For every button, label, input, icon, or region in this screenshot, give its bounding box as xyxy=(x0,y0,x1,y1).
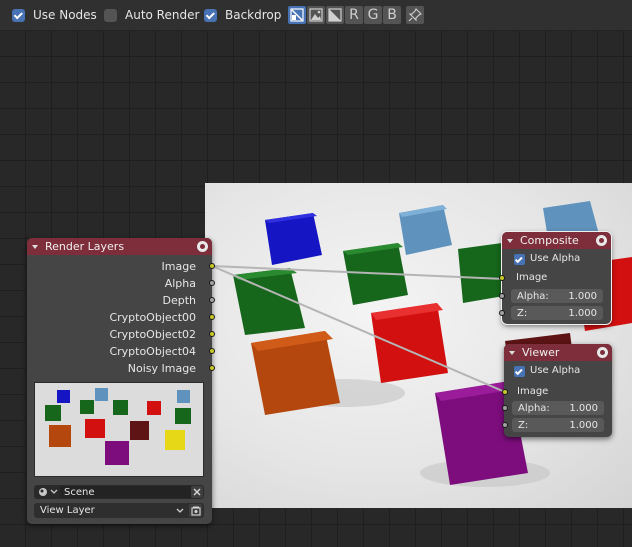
composite-input-socket-alpha[interactable] xyxy=(499,293,505,299)
render-icon[interactable] xyxy=(597,347,608,358)
render-layers-header[interactable]: Render Layers xyxy=(27,238,212,255)
output-label: Noisy Image xyxy=(127,361,196,375)
composite-z-field[interactable]: Z: 1.000 xyxy=(511,306,603,320)
scene-icon[interactable] xyxy=(37,486,59,498)
output-label: CryptoObject04 xyxy=(109,344,196,358)
use-nodes-label: Use Nodes xyxy=(33,8,97,22)
field-label: Z: xyxy=(517,307,528,319)
output-socket-cryptoobject02[interactable] xyxy=(209,331,215,337)
auto-render-label: Auto Render xyxy=(125,8,200,22)
scene-name-field[interactable]: Scene xyxy=(60,486,192,498)
use-nodes-checkbox[interactable] xyxy=(12,8,25,22)
viewer-input-socket-image[interactable] xyxy=(502,389,508,395)
viewer-z-field[interactable]: Z: 1.000 xyxy=(512,418,604,432)
backdrop-checkbox[interactable] xyxy=(204,8,217,22)
viewer-use-alpha-label: Use Alpha xyxy=(530,365,581,376)
field-value: 1.000 xyxy=(569,419,598,431)
field-label: Alpha: xyxy=(517,290,549,302)
output-cryptoobject02: CryptoObject02 xyxy=(109,327,196,341)
color-alpha-icon xyxy=(290,8,304,22)
node-title: Render Layers xyxy=(45,240,125,253)
image-icon xyxy=(309,8,323,22)
color-channel-button[interactable] xyxy=(307,6,325,24)
output-cryptoobject04: CryptoObject04 xyxy=(109,344,196,358)
output-socket-alpha[interactable] xyxy=(209,280,215,286)
composite-input-socket-image[interactable] xyxy=(499,275,505,281)
backdrop-label: Backdrop xyxy=(225,8,282,22)
field-label: Alpha: xyxy=(518,402,550,414)
composite-use-alpha-label: Use Alpha xyxy=(530,253,581,264)
viewer-use-alpha-checkbox[interactable] xyxy=(514,366,525,377)
render-icon[interactable] xyxy=(197,241,208,252)
composite-header[interactable]: Composite xyxy=(502,232,611,249)
output-depth: Depth xyxy=(162,293,196,307)
output-socket-cryptoobject00[interactable] xyxy=(209,314,215,320)
render-layers-node[interactable]: Render Layers Image Alpha Depth CryptoOb… xyxy=(27,238,215,524)
alpha-channel-button[interactable] xyxy=(326,6,344,24)
pin-icon xyxy=(408,8,422,22)
output-label: Image xyxy=(161,259,196,273)
node-editor-header: Use Nodes Auto Render Backdrop R G B xyxy=(0,0,632,31)
output-socket-depth[interactable] xyxy=(209,297,215,303)
auto-render-checkbox[interactable] xyxy=(104,8,117,22)
viewer-header[interactable]: Viewer xyxy=(504,344,612,361)
close-icon xyxy=(193,488,201,496)
output-label: Depth xyxy=(162,293,196,307)
output-noisy-image: Noisy Image xyxy=(128,361,196,375)
viewer-input-image-label: Image xyxy=(517,386,549,397)
render-still-icon xyxy=(190,506,201,516)
unlink-scene-button[interactable] xyxy=(191,486,203,498)
preview-picture xyxy=(35,383,203,476)
composite-alpha-field[interactable]: Alpha: 1.000 xyxy=(511,289,603,303)
output-socket-image[interactable] xyxy=(209,263,215,269)
output-label: CryptoObject00 xyxy=(109,310,196,324)
output-label: CryptoObject02 xyxy=(109,327,196,341)
render-layer-button[interactable] xyxy=(189,504,202,517)
composite-input-socket-z[interactable] xyxy=(499,310,505,316)
field-value: 1.000 xyxy=(569,402,598,414)
auto-render-toggle[interactable]: Auto Render xyxy=(104,7,199,23)
viewer-input-socket-alpha[interactable] xyxy=(502,405,508,411)
collapse-arrow-icon[interactable] xyxy=(507,238,513,243)
pin-button[interactable] xyxy=(406,6,424,24)
output-alpha: Alpha xyxy=(165,276,196,290)
field-label: Z: xyxy=(518,419,529,431)
r-channel-button[interactable]: R xyxy=(345,6,363,24)
view-layer-dropdown[interactable]: View Layer xyxy=(34,503,204,518)
b-channel-button[interactable]: B xyxy=(383,6,401,24)
node-title: Composite xyxy=(520,234,579,247)
backdrop-toggle[interactable]: Backdrop xyxy=(204,7,281,23)
output-socket-cryptoobject04[interactable] xyxy=(209,348,215,354)
output-cryptoobject00: CryptoObject00 xyxy=(109,310,196,324)
field-value: 1.000 xyxy=(568,290,597,302)
output-label: Alpha xyxy=(164,276,196,290)
viewer-alpha-field[interactable]: Alpha: 1.000 xyxy=(512,401,604,415)
viewer-node[interactable]: Viewer Use Alpha Image Alpha: 1.000 Z: 1… xyxy=(502,344,612,437)
scene-name: Scene xyxy=(64,486,95,498)
g-channel-button[interactable]: G xyxy=(364,6,382,24)
scene-selector[interactable]: Scene xyxy=(34,485,204,499)
collapse-arrow-icon[interactable] xyxy=(509,350,515,355)
view-layer-value: View Layer xyxy=(40,505,95,516)
viewer-input-socket-z[interactable] xyxy=(502,422,508,428)
collapse-arrow-icon[interactable] xyxy=(32,244,38,249)
render-icon[interactable] xyxy=(596,235,607,246)
color-alpha-channel-button[interactable] xyxy=(288,6,306,24)
use-nodes-toggle[interactable]: Use Nodes xyxy=(12,7,97,23)
composite-node[interactable]: Composite Use Alpha Image Alpha: 1.000 Z… xyxy=(499,231,612,325)
composite-input-image-label: Image xyxy=(516,272,548,283)
alpha-icon xyxy=(328,8,342,22)
output-socket-noisy-image[interactable] xyxy=(209,365,215,371)
node-title: Viewer xyxy=(522,346,560,359)
output-image: Image xyxy=(162,259,196,273)
composite-use-alpha-checkbox[interactable] xyxy=(514,254,525,265)
field-value: 1.000 xyxy=(568,307,597,319)
render-preview-thumbnail xyxy=(34,382,204,477)
chevron-down-icon xyxy=(176,508,184,513)
